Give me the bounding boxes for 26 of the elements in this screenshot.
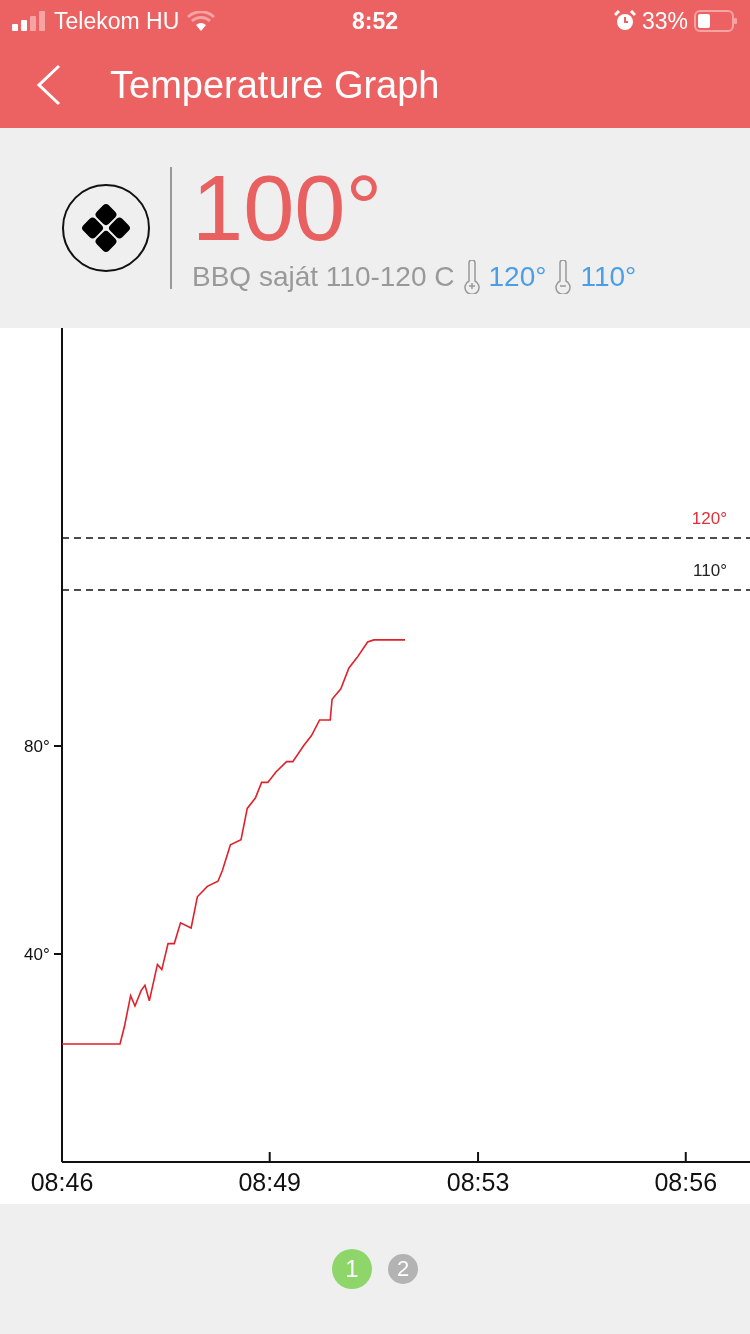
battery-icon [694, 10, 738, 32]
high-limit: 120° [488, 261, 547, 293]
page-dot[interactable]: 1 [332, 1249, 372, 1289]
x-tick-label: 08:56 [654, 1168, 718, 1196]
battery-percent: 33% [641, 7, 688, 35]
diamond-icon [80, 202, 132, 254]
thermometer-minus-icon [554, 260, 573, 294]
threshold-label: 110° [693, 561, 727, 580]
current-temperature: 100° [192, 162, 384, 254]
screen-title: Temperature Graph [110, 63, 440, 107]
page-dot[interactable]: 2 [388, 1254, 418, 1284]
carrier-name: Telekom HU [54, 7, 180, 35]
back-button[interactable] [36, 64, 62, 106]
low-limit: 110° [580, 261, 637, 293]
x-tick-label: 08:46 [30, 1168, 94, 1196]
y-tick-label: 80° [24, 737, 50, 756]
clock-time: 8:52 [352, 7, 399, 35]
y-tick-label: 40° [24, 945, 50, 964]
x-tick-label: 08:49 [238, 1168, 301, 1196]
alarm-icon [613, 10, 636, 32]
x-tick-label: 08:53 [446, 1168, 510, 1196]
profile-name: BBQ saját 110-120 C [192, 261, 455, 293]
thermometer-plus-icon [462, 260, 481, 294]
wifi-icon [187, 11, 216, 31]
signal-icon [12, 11, 46, 31]
threshold-label: 120° [691, 509, 727, 528]
